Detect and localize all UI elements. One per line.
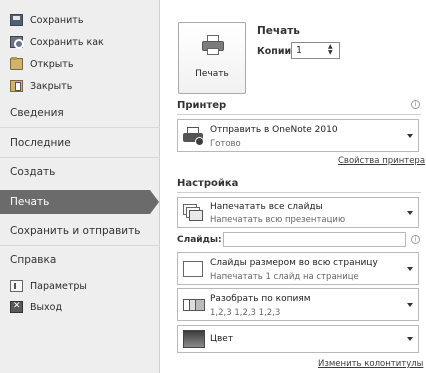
collate-select[interactable]: Разобрать по копиям 1,2,3 1,2,3 1,2,3	[177, 288, 419, 321]
nav-recent[interactable]: Последние	[0, 131, 160, 155]
nav-open[interactable]: Открыть	[10, 55, 155, 73]
nav-open-label: Открыть	[30, 58, 74, 70]
full-page-slide-icon	[183, 260, 203, 277]
nav-close[interactable]: Закрыть	[10, 77, 155, 95]
nav-help[interactable]: Справка	[0, 248, 160, 272]
backstage-nav: Сохранить Сохранить как Открыть Закрыть …	[0, 0, 160, 373]
settings-header: Настройка	[177, 178, 239, 189]
nav-separator	[0, 127, 160, 128]
open-folder-icon	[10, 57, 23, 70]
chevron-down-icon	[407, 302, 413, 307]
nav-close-label: Закрыть	[30, 80, 73, 92]
collate-title: Разобрать по копиям	[210, 294, 311, 304]
nav-help-label: Справка	[10, 254, 57, 266]
nav-create-label: Создать	[10, 166, 56, 178]
print-button[interactable]: Печать	[178, 22, 246, 94]
color-swatch-icon	[183, 330, 205, 348]
chevron-down-icon	[407, 133, 413, 138]
nav-save-send[interactable]: Сохранить и отправить	[0, 219, 160, 243]
nav-save-as[interactable]: Сохранить как	[10, 33, 155, 51]
copies-label: Копии:	[257, 46, 295, 57]
nav-params-label: Параметры	[30, 280, 87, 292]
nav-info-label: Сведения	[10, 107, 64, 119]
header-footer-link[interactable]: Изменить колонтитулы	[318, 359, 423, 369]
slides-input[interactable]	[223, 232, 406, 247]
collate-icon	[183, 297, 207, 313]
chevron-down-icon	[407, 266, 413, 271]
nav-exit-label: Выход	[30, 301, 63, 313]
exit-icon	[10, 301, 23, 313]
print-button-label: Печать	[195, 69, 229, 79]
save-as-icon	[10, 36, 24, 49]
printer-select[interactable]: Отправить в OneNote 2010 Готово	[177, 119, 419, 152]
print-pane: Печать Печать Копии: 1 ▲ ▼ Принтер i Отпр…	[160, 0, 426, 373]
nav-print[interactable]: Печать	[0, 190, 159, 214]
print-title: Печать	[257, 25, 300, 37]
printer-name: Отправить в OneNote 2010	[210, 125, 338, 135]
nav-exit[interactable]: Выход	[10, 298, 155, 316]
slides-range-select[interactable]: Напечатать все слайды Напечатать всю пре…	[177, 197, 419, 228]
slides-option-title: Напечатать все слайды	[210, 202, 323, 212]
nav-save-label: Сохранить	[30, 14, 84, 26]
collate-sub: 1,2,3 1,2,3 1,2,3	[210, 308, 281, 318]
printer-status: Готово	[210, 139, 241, 149]
nav-save[interactable]: Сохранить	[10, 11, 155, 29]
section-divider	[177, 192, 421, 193]
layout-select[interactable]: Слайды размером во всю страницу Напечата…	[177, 252, 419, 285]
nav-save-as-label: Сохранить как	[30, 36, 104, 48]
copies-value: 1	[296, 45, 303, 56]
options-icon	[10, 280, 23, 292]
printer-icon	[183, 126, 205, 146]
info-icon[interactable]: i	[411, 100, 420, 109]
chevron-down-icon	[407, 210, 413, 215]
slides-label: Слайды:	[177, 235, 222, 245]
color-select[interactable]: Цвет	[177, 325, 419, 353]
info-icon[interactable]: i	[411, 235, 420, 244]
nav-info[interactable]: Сведения	[0, 101, 160, 125]
color-title: Цвет	[210, 334, 234, 344]
nav-print-label: Печать	[10, 196, 50, 208]
chevron-down-icon	[407, 337, 413, 341]
save-icon	[10, 14, 23, 26]
copies-stepper[interactable]: 1 ▲ ▼	[291, 42, 340, 59]
copies-spin-arrows[interactable]: ▲ ▼	[328, 44, 336, 57]
nav-separator	[0, 245, 160, 246]
nav-params[interactable]: Параметры	[10, 277, 155, 295]
slides-option-sub: Напечатать всю презентацию	[210, 215, 346, 225]
section-divider	[177, 114, 421, 115]
nav-create[interactable]: Создать	[0, 160, 160, 184]
layout-sub: Напечатать 1 слайд на странице	[210, 272, 359, 282]
nav-recent-label: Последние	[10, 137, 71, 149]
printer-header: Принтер	[177, 100, 227, 111]
close-document-icon	[10, 80, 23, 92]
printer-icon	[202, 35, 224, 55]
printer-properties-link[interactable]: Свойства принтера	[338, 156, 425, 166]
slides-stack-icon	[183, 203, 203, 222]
layout-title: Слайды размером во всю страницу	[210, 258, 378, 268]
nav-separator	[0, 157, 160, 158]
nav-save-send-label: Сохранить и отправить	[10, 225, 141, 237]
